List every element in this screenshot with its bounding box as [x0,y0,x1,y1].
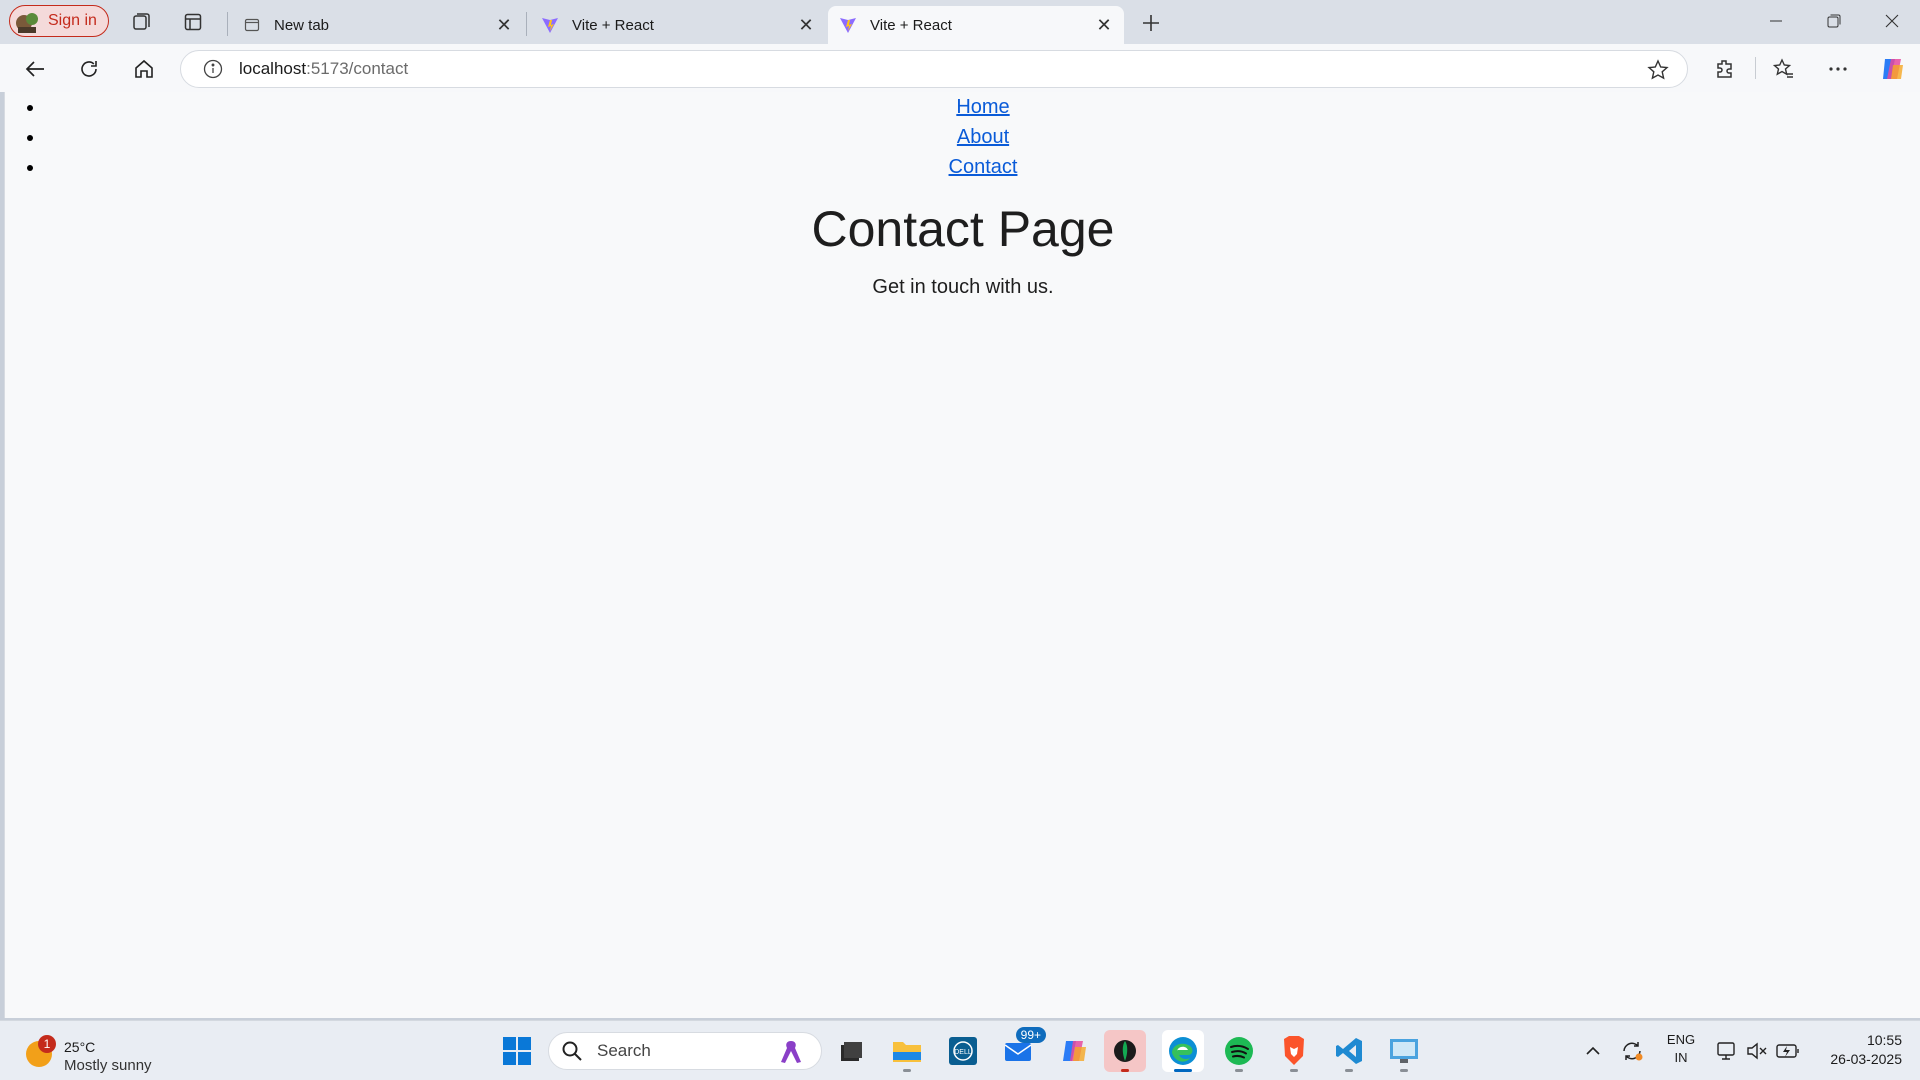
volume-muted-icon[interactable] [1744,1035,1770,1067]
home-button[interactable] [127,52,161,86]
show-hidden-icons-chevron-icon[interactable] [1580,1035,1606,1067]
page-viewport: Home About Contact Contact Page Get in t… [4,92,1920,1018]
tab-vite-react-1[interactable]: Vite + React ✕ [530,6,826,44]
file-explorer-icon[interactable] [830,1030,872,1072]
close-window-button[interactable] [1864,0,1920,42]
windows-start-icon[interactable] [496,1030,538,1072]
system-clock[interactable]: 10:55 26-03-2025 [1812,1031,1902,1069]
clock-date: 26-03-2025 [1830,1051,1902,1067]
taskbar-search[interactable]: Search [548,1032,822,1070]
tab-close-icon[interactable]: ✕ [1092,13,1116,37]
page-title: Contact Page [811,201,1115,257]
back-button[interactable] [18,52,52,86]
extensions-icon[interactable] [1708,52,1742,86]
favorite-star-icon[interactable] [1647,59,1669,81]
new-tab-icon [242,15,262,35]
vscode-icon[interactable] [1328,1030,1370,1072]
dell-icon[interactable]: DELL [942,1030,984,1072]
workspaces-icon[interactable] [128,9,154,35]
tab-title: Vite + React [870,16,952,34]
awareness-ribbon-icon [781,1041,801,1063]
vite-icon [838,15,858,35]
nav-link-about[interactable]: About [957,126,1009,148]
remote-desktop-icon[interactable] [1383,1030,1425,1072]
weather-badge: 1 [38,1035,56,1053]
network-icon[interactable] [1714,1035,1740,1067]
minimize-button[interactable] [1748,0,1804,42]
favorites-icon[interactable] [1767,52,1801,86]
brave-icon[interactable] [1273,1030,1315,1072]
nav-link-home[interactable]: Home [956,96,1009,118]
profile-avatar-icon [16,13,38,33]
copilot-icon[interactable] [1876,52,1910,86]
weather-temperature: 25°C [64,1039,96,1055]
nav-item-contact: Contact [45,152,1920,182]
input-language-indicator[interactable]: ENG IN [1664,1031,1698,1067]
search-placeholder: Search [597,1041,651,1060]
tab-vite-react-active[interactable]: Vite + React ✕ [828,6,1124,44]
vertical-tabs-icon[interactable] [180,9,206,35]
tab-close-icon[interactable]: ✕ [794,13,818,37]
sign-in-label: Sign in [48,12,97,29]
weather-widget[interactable]: 1 25°C Mostly sunny [22,1029,182,1074]
tab-title: New tab [274,16,330,34]
browser-toolbar: localhost:5173/contact [0,44,1920,92]
battery-charging-icon[interactable] [1774,1035,1802,1067]
new-tab-button[interactable] [1134,6,1168,40]
refresh-button[interactable] [72,52,106,86]
mail-badge: 99+ [1015,1027,1046,1043]
tab-close-icon[interactable]: ✕ [492,13,516,37]
mail-icon[interactable]: 99+ [998,1027,1046,1072]
nav-item-home: Home [45,92,1920,122]
mongodb-compass-icon[interactable] [1104,1030,1146,1072]
nav-item-about: About [45,122,1920,152]
clock-time: 10:55 [1866,1032,1902,1048]
site-nav-list: Home About Contact [5,92,1920,182]
tab-new-tab[interactable]: New tab ✕ [232,6,524,44]
browser-title-bar: Sign in New tab ✕ Vite + React ✕ Vite + … [0,0,1920,44]
address-bar[interactable]: localhost:5173/contact [180,50,1688,88]
url-text[interactable]: localhost:5173/contact [239,59,408,79]
svg-text:DELL: DELL [954,1049,972,1056]
file-folder-icon[interactable] [886,1030,928,1072]
weather-condition: Mostly sunny [64,1057,152,1074]
copilot-app-icon[interactable] [1054,1030,1096,1072]
site-info-icon[interactable] [203,59,223,79]
spotify-icon[interactable] [1218,1030,1260,1072]
edge-icon[interactable] [1162,1030,1204,1072]
search-icon [562,1041,582,1061]
tab-title: Vite + React [572,16,654,34]
more-options-icon[interactable] [1821,52,1855,86]
windows-taskbar: 1 25°C Mostly sunny Search DELL 99+ ENG … [0,1020,1920,1080]
vite-icon [540,15,560,35]
nav-link-contact[interactable]: Contact [949,156,1018,178]
page-subtitle: Get in touch with us. [872,276,1054,298]
sync-icon[interactable] [1618,1035,1646,1067]
restore-button[interactable] [1806,0,1862,42]
sign-in-button[interactable]: Sign in [9,5,109,37]
toolbar-separator [1755,57,1756,79]
